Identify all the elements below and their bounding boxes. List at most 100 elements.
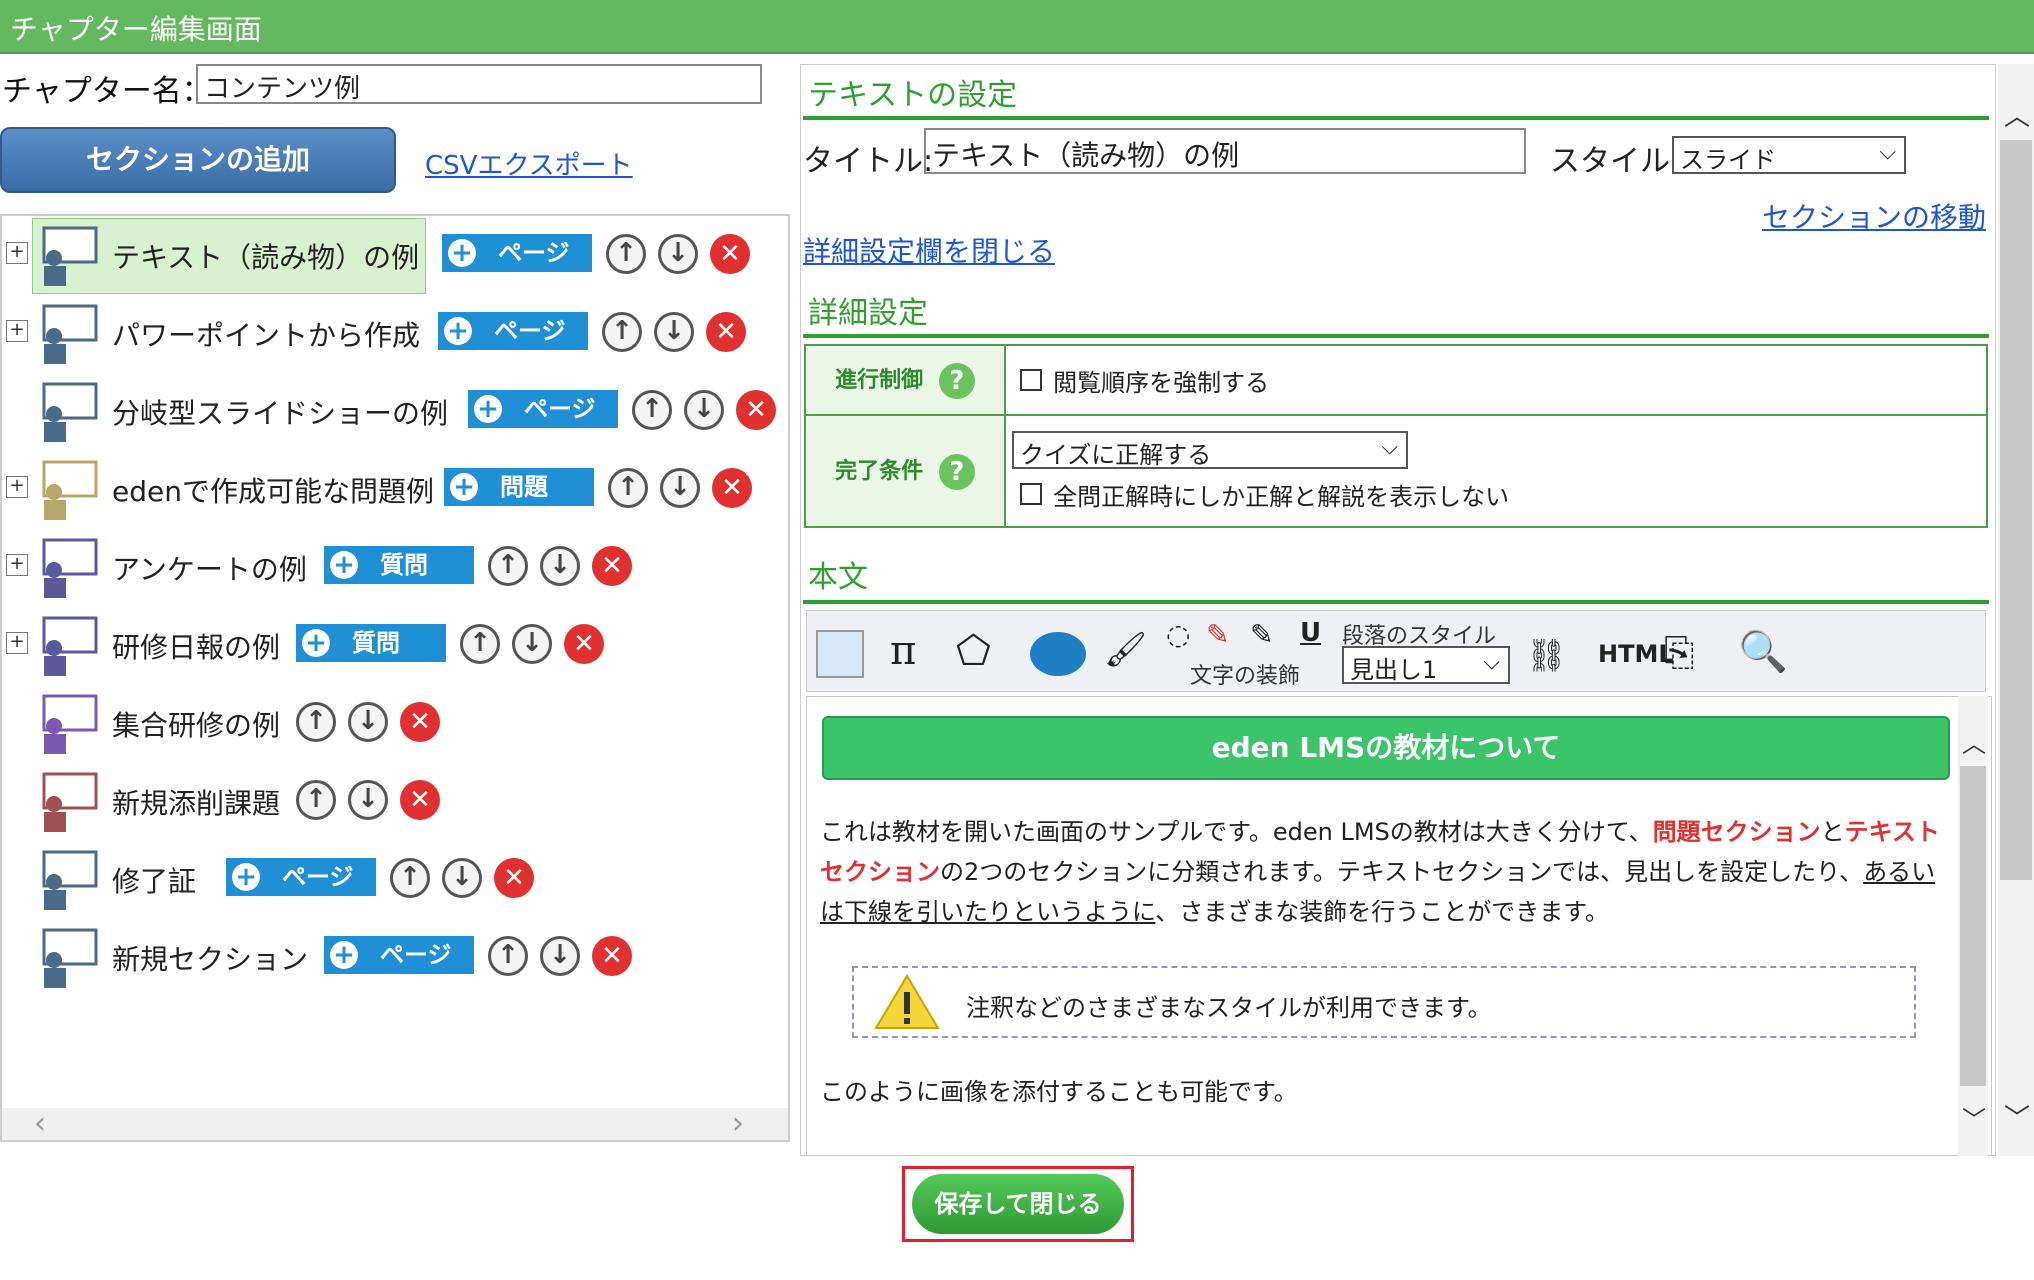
- delete-button[interactable]: ✕: [400, 702, 440, 742]
- move-up-button[interactable]: ↑: [460, 624, 500, 664]
- delete-button[interactable]: ✕: [592, 936, 632, 976]
- add-tag-button[interactable]: + ページ: [226, 858, 376, 896]
- scroll-left-icon[interactable]: ‹: [34, 1106, 46, 1141]
- delete-button[interactable]: ✕: [564, 624, 604, 664]
- style-select[interactable]: スライド ⌵: [1672, 136, 1906, 174]
- expand-icon[interactable]: +: [6, 476, 28, 498]
- section-row[interactable]: 分岐型スライドショーの例 + ページ ↑ ↓ ✕: [0, 374, 780, 444]
- expand-icon[interactable]: +: [6, 320, 28, 342]
- section-row[interactable]: + アンケートの例 + 質問 ↑ ↓ ✕: [0, 530, 780, 600]
- move-down-button[interactable]: ↓: [348, 702, 388, 742]
- speech-bubble-icon[interactable]: [1030, 632, 1086, 676]
- move-up-button[interactable]: ↑: [296, 702, 336, 742]
- section-row[interactable]: 修了証 + ページ ↑ ↓ ✕: [0, 842, 780, 912]
- tree-horizontal-scrollbar[interactable]: ‹ ›: [2, 1106, 788, 1141]
- add-section-button[interactable]: セクションの追加: [0, 127, 396, 193]
- section-label[interactable]: 新規セクション: [112, 938, 308, 978]
- move-down-button[interactable]: ↓: [660, 468, 700, 508]
- expand-icon[interactable]: +: [6, 242, 28, 264]
- link-icon[interactable]: ⛓: [1526, 636, 1567, 674]
- scroll-down-icon[interactable]: ﹀: [2004, 1098, 2030, 1135]
- section-row[interactable]: 集合研修の例 ↑ ↓ ✕: [0, 686, 780, 756]
- move-down-button[interactable]: ↓: [348, 780, 388, 820]
- html-source-icon[interactable]: HTML: [1598, 640, 1674, 668]
- section-label[interactable]: パワーポイントから作成: [112, 314, 420, 354]
- move-up-button[interactable]: ↑: [632, 390, 672, 430]
- move-up-button[interactable]: ↑: [390, 858, 430, 898]
- section-row[interactable]: + 研修日報の例 + 質問 ↑ ↓ ✕: [0, 608, 780, 678]
- delete-button[interactable]: ✕: [710, 234, 750, 274]
- section-label[interactable]: 研修日報の例: [112, 626, 280, 666]
- move-down-button[interactable]: ↓: [540, 936, 580, 976]
- chapter-name-input[interactable]: コンテンツ例: [196, 64, 762, 104]
- move-up-button[interactable]: ↑: [488, 546, 528, 586]
- scroll-right-icon[interactable]: ›: [732, 1106, 744, 1141]
- section-label[interactable]: 新規添削課題: [112, 782, 280, 822]
- section-row[interactable]: + テキスト（読み物）の例 + ページ ↑ ↓ ✕: [0, 218, 780, 288]
- help-icon[interactable]: ?: [938, 362, 975, 399]
- add-tag-button[interactable]: + ページ: [438, 312, 588, 350]
- section-title-input[interactable]: テキスト（読み物）の例: [924, 128, 1526, 174]
- delete-button[interactable]: ✕: [494, 858, 534, 898]
- delete-button[interactable]: ✕: [592, 546, 632, 586]
- move-up-button[interactable]: ↑: [606, 234, 646, 274]
- force-order-checkbox[interactable]: [1020, 369, 1042, 391]
- shape-icon[interactable]: ⬠: [956, 628, 991, 674]
- broom-icon[interactable]: 🖌: [1104, 630, 1147, 670]
- close-detail-link[interactable]: 詳細設定欄を閉じる: [803, 230, 1055, 270]
- section-row[interactable]: + edenで作成可能な問題例 + 問題 ↑ ↓ ✕: [0, 452, 780, 522]
- paragraph-style-select[interactable]: 見出し1 ⌵: [1342, 646, 1510, 684]
- move-up-button[interactable]: ↑: [488, 936, 528, 976]
- insert-image-icon[interactable]: [816, 630, 864, 678]
- delete-button[interactable]: ✕: [400, 780, 440, 820]
- move-down-button[interactable]: ↓: [658, 234, 698, 274]
- scroll-down-icon[interactable]: ﹀: [1962, 1100, 1986, 1135]
- help-icon[interactable]: ?: [938, 453, 975, 490]
- underline-icon[interactable]: U: [1300, 618, 1321, 648]
- delete-button[interactable]: ✕: [736, 390, 776, 430]
- section-label[interactable]: アンケートの例: [112, 548, 307, 588]
- add-tag-button[interactable]: + ページ: [468, 390, 618, 428]
- expand-icon[interactable]: +: [6, 554, 28, 576]
- section-label[interactable]: 分岐型スライドショーの例: [112, 392, 448, 432]
- section-label[interactable]: テキスト（読み物）の例: [112, 236, 419, 276]
- section-move-link[interactable]: セクションの移動: [1762, 196, 1986, 236]
- move-up-button[interactable]: ↑: [296, 780, 336, 820]
- completion-condition-select[interactable]: クイズに正解する ⌵: [1012, 430, 1408, 469]
- panel-scroll-thumb[interactable]: [2000, 140, 2032, 880]
- section-row[interactable]: 新規セクション + ページ ↑ ↓ ✕: [0, 920, 780, 990]
- section-row[interactable]: + パワーポイントから作成 + ページ ↑ ↓ ✕: [0, 296, 780, 366]
- add-tag-button[interactable]: + ページ: [442, 234, 592, 272]
- highlighter-icon[interactable]: ✎: [1250, 618, 1273, 651]
- scroll-up-icon[interactable]: ︿: [2004, 96, 2030, 133]
- expand-icon[interactable]: +: [6, 632, 28, 654]
- section-label[interactable]: 集合研修の例: [112, 704, 280, 744]
- add-tag-button[interactable]: + 質問: [296, 624, 446, 662]
- add-tag-button[interactable]: + 質問: [324, 546, 474, 584]
- csv-export-link[interactable]: CSVエクスポート: [425, 145, 633, 182]
- delete-button[interactable]: ✕: [712, 468, 752, 508]
- section-row[interactable]: 新規添削課題 ↑ ↓ ✕: [0, 764, 780, 834]
- scroll-up-icon[interactable]: ︿: [1962, 724, 1986, 759]
- add-tag-button[interactable]: + ページ: [324, 936, 474, 974]
- move-down-button[interactable]: ↓: [684, 390, 724, 430]
- save-and-close-button[interactable]: 保存して閉じる: [912, 1174, 1124, 1234]
- move-down-button[interactable]: ↓: [654, 312, 694, 352]
- move-down-button[interactable]: ↓: [512, 624, 552, 664]
- delete-button[interactable]: ✕: [706, 312, 746, 352]
- move-down-button[interactable]: ↓: [540, 546, 580, 586]
- add-tag-button[interactable]: + 問題: [444, 468, 594, 506]
- section-label[interactable]: edenで作成可能な問題例: [112, 470, 434, 510]
- move-up-button[interactable]: ↑: [602, 312, 642, 352]
- chevron-down-icon: ⌵: [1879, 140, 1896, 165]
- section-label[interactable]: 修了証: [112, 860, 196, 900]
- show-answer-checkbox[interactable]: [1020, 483, 1042, 505]
- move-down-button[interactable]: ↓: [442, 858, 482, 898]
- math-pi-icon[interactable]: π: [890, 628, 916, 674]
- eraser-icon[interactable]: ◌: [1166, 618, 1190, 651]
- editor-scroll-thumb[interactable]: [1960, 766, 1986, 1086]
- embed-icon[interactable]: ⎘: [1664, 630, 1694, 675]
- move-up-button[interactable]: ↑: [608, 468, 648, 508]
- red-pen-icon[interactable]: ✎: [1206, 618, 1229, 651]
- preview-search-icon[interactable]: 🔍: [1738, 628, 1788, 675]
